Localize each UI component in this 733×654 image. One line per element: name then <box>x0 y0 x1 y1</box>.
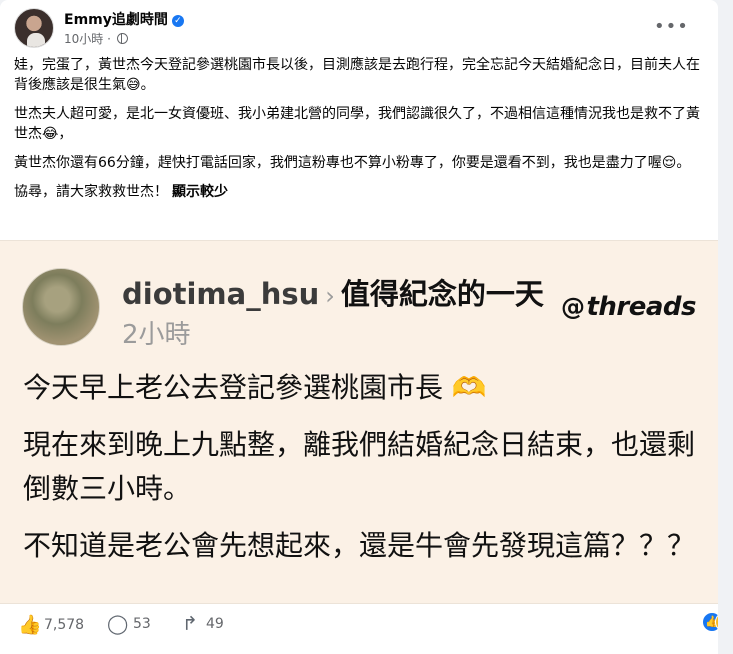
post-header: Emmy追劇時間 ✓ 10小時 · ••• <box>14 8 704 52</box>
threads-username: diotima_hsu <box>122 277 320 311</box>
more-options-button[interactable]: ••• <box>654 12 689 44</box>
post-time[interactable]: 10小時 <box>64 32 103 46</box>
page-name[interactable]: Emmy追劇時間 ✓ <box>64 9 184 29</box>
globe-icon[interactable] <box>116 33 128 44</box>
threads-avatar <box>22 268 100 346</box>
threads-logo-text: threads <box>586 292 696 322</box>
like-button[interactable]: 👍 7,578 <box>18 613 84 636</box>
post-text: 娃，完蛋了，黃世杰今天登記參選桃園市長以後，目測應該是去跑行程，完全忘記今天結婚… <box>14 55 704 211</box>
share-count: 49 <box>206 616 224 632</box>
more-dots-icon: ••• <box>654 16 689 37</box>
post-meta: 10小時 · <box>64 30 128 47</box>
post-paragraph: 協尋，請大家救救世杰！ 顯示較少 <box>14 182 704 202</box>
like-count: 7,578 <box>44 617 85 633</box>
threads-logo: @threads <box>560 292 697 322</box>
action-bar: 👍7,578 ◯53 ↱49 👍 😆 <box>0 603 733 647</box>
threads-time: 2小時 <box>122 320 191 350</box>
comment-count: 53 <box>133 616 151 632</box>
comment-bubble-icon: ◯ <box>107 613 129 635</box>
page-avatar[interactable] <box>14 8 54 48</box>
post-paragraph-last: 協尋，請大家救救世杰！ <box>14 184 168 200</box>
threads-screenshot[interactable]: diotima_hsu › 值得紀念的一天 2小時 @threads 今天早上老公去… <box>0 240 718 604</box>
thumbs-up-icon: 👍 <box>18 614 42 636</box>
chevron-right-icon: › <box>325 282 335 310</box>
comment-button[interactable]: ◯ 53 <box>107 613 151 635</box>
threads-text: 今天早上老公去登記參選桃園市長 🫶 現在來到晚上九點整，離我們結婚紀念日結束，也… <box>23 366 703 581</box>
verified-badge-icon: ✓ <box>171 15 184 27</box>
meta-separator: · <box>107 32 111 46</box>
share-button[interactable]: ↱ 49 <box>180 613 224 635</box>
post-paragraph: 世杰夫人超可愛，是北一女資優班、我小弟建北營的同學，我們認識很久了，不過相信這種… <box>14 106 700 142</box>
page-name-label[interactable]: Emmy追劇時間 <box>64 12 168 28</box>
post-paragraph: 娃，完蛋了，黃世杰今天登記參選桃園市長以後，目測應該是去跑行程，完全忘記今天結婚… <box>14 57 700 93</box>
threads-paragraph: 現在來到晚上九點整，離我們結婚紀念日結束，也還剩倒數三小時。 <box>23 428 696 505</box>
share-arrow-icon: ↱ <box>182 613 198 635</box>
threads-paragraph: 今天早上老公去登記參選桃園市長 🫶 <box>23 371 487 404</box>
threads-logo-icon: @ <box>560 293 585 321</box>
post-card: Emmy追劇時間 ✓ 10小時 · ••• 娃，完蛋了，黃世杰今天登記參選桃園市長… <box>0 0 733 654</box>
scrollbar[interactable] <box>718 0 733 654</box>
threads-paragraph: 不知道是老公會先想起來，還是牛會先發現這篇？？？ <box>23 529 696 562</box>
post-paragraph: 黃世杰你還有66分鐘，趕快打電話回家，我們這粉專也不算小粉專了，你要是還看不到，… <box>14 155 691 171</box>
threads-user-line: diotima_hsu › 值得紀念的一天 <box>122 271 544 313</box>
see-less-link[interactable]: 顯示較少 <box>172 184 228 200</box>
threads-topic: 值得紀念的一天 <box>340 277 544 311</box>
